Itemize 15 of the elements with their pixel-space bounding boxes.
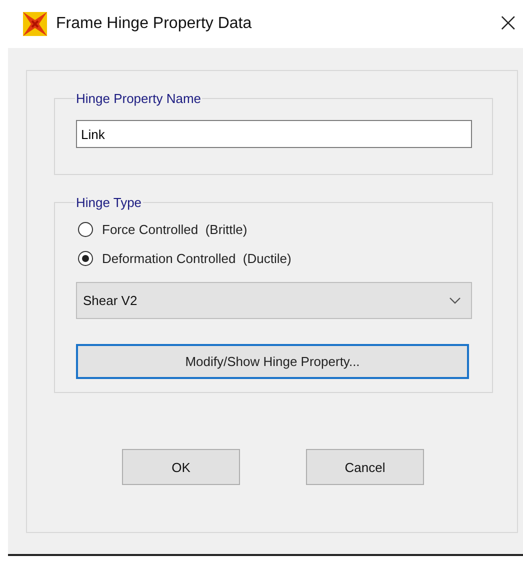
group-title: Hinge Type bbox=[75, 195, 143, 210]
modify-hinge-button[interactable]: Modify/Show Hinge Property... bbox=[76, 344, 469, 379]
hinge-dropdown[interactable]: Shear V2 bbox=[76, 282, 472, 319]
radio-button[interactable] bbox=[78, 251, 93, 266]
app-icon bbox=[22, 11, 48, 37]
cancel-button[interactable]: Cancel bbox=[306, 449, 424, 485]
chevron-down-icon bbox=[449, 296, 461, 304]
ok-button[interactable]: OK bbox=[122, 449, 240, 485]
radio-label: Deformation Controlled (Ductile) bbox=[102, 251, 292, 266]
window-title: Frame Hinge Property Data bbox=[56, 15, 252, 33]
radio-label: Force Controlled (Brittle) bbox=[102, 222, 248, 237]
group-title: Hinge Property Name bbox=[75, 91, 202, 106]
name-field[interactable]: Link bbox=[76, 120, 472, 148]
radio-button[interactable] bbox=[78, 222, 93, 237]
close-button[interactable]: × bbox=[493, 8, 523, 40]
